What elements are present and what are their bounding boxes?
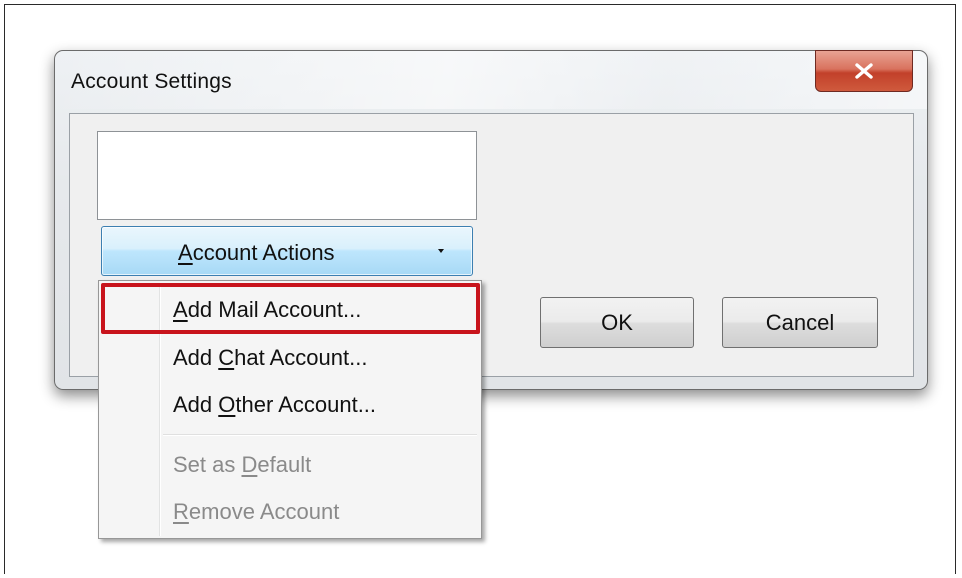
menu-item-add-other-account[interactable]: Add Other Account...	[173, 392, 376, 418]
menu-separator	[163, 434, 477, 436]
account-actions-button[interactable]: Account Actions	[101, 226, 473, 276]
menu-item-add-chat-account[interactable]: Add Chat Account...	[173, 345, 367, 371]
menu-item-set-as-default: Set as Default	[173, 452, 312, 477]
dialog-title: Account Settings	[71, 70, 232, 93]
chevron-down-icon	[438, 249, 444, 253]
menu-item-remove-account: Remove Account	[173, 499, 340, 524]
cancel-button[interactable]: Cancel	[722, 297, 878, 348]
close-icon	[855, 63, 873, 79]
account-list[interactable]	[97, 131, 477, 220]
ok-button[interactable]: OK	[540, 297, 694, 348]
account-actions-label: Account Actions	[178, 240, 335, 265]
close-button[interactable]	[815, 50, 913, 92]
annotation-highlight-box	[101, 283, 480, 334]
